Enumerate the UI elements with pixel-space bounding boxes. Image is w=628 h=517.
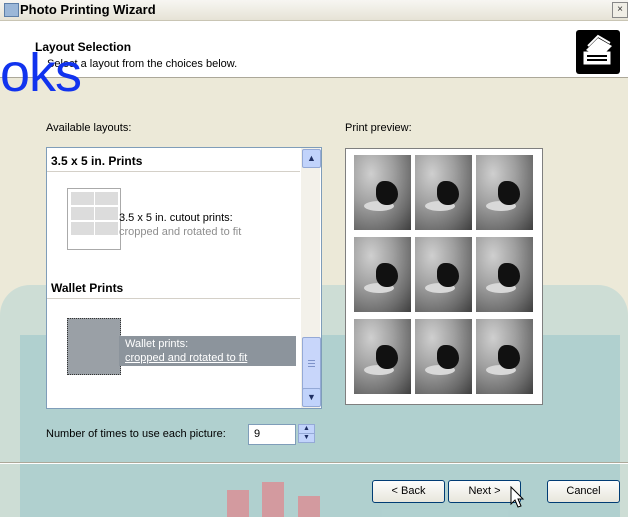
group-heading: 3.5 x 5 in. Prints <box>51 154 143 168</box>
red-stripe <box>262 482 284 517</box>
close-button[interactable]: × <box>612 2 628 18</box>
print-preview-pane <box>345 148 543 405</box>
copies-input[interactable]: 9 <box>248 424 296 445</box>
footer-separator <box>0 462 628 464</box>
red-stripe <box>227 490 249 517</box>
preview-photo <box>415 155 472 230</box>
spin-down-button[interactable]: ▼ <box>298 433 315 443</box>
scroll-up-button[interactable]: ▲ <box>302 149 321 168</box>
print-preview-label: Print preview: <box>345 122 412 134</box>
layout-item-desc: cropped and rotated to fit <box>119 226 242 238</box>
preview-photo <box>476 237 533 312</box>
available-layouts-label: Available layouts: <box>46 122 132 134</box>
preview-photo <box>354 155 411 230</box>
group-heading: Wallet Prints <box>51 281 124 295</box>
group-divider <box>47 298 300 299</box>
preview-photo <box>415 237 472 312</box>
window-title: Photo Printing Wizard <box>20 2 156 17</box>
mouse-cursor-icon <box>510 486 525 508</box>
layout-item-name[interactable]: Wallet prints: <box>125 338 188 350</box>
layout-item-name[interactable]: 3.5 x 5 in. cutout prints: <box>119 212 233 224</box>
printer-stack-icon <box>576 30 620 74</box>
scroll-down-button[interactable]: ▼ <box>302 388 321 407</box>
vertical-scrollbar[interactable]: ▲ ▼ <box>301 148 321 408</box>
preview-photo <box>476 155 533 230</box>
app-icon <box>4 3 19 17</box>
preview-photo <box>415 319 472 394</box>
copies-value: 9 <box>254 428 261 440</box>
layout-item-desc: cropped and rotated to fit <box>125 352 248 364</box>
copies-label: Number of times to use each picture: <box>46 428 226 440</box>
back-button[interactable]: < Back <box>372 480 445 503</box>
layout-thumbnail <box>67 188 121 250</box>
watermark-text: oks <box>0 43 82 103</box>
wizard-header: Layout Selection Select a layout from th… <box>0 21 628 78</box>
layout-thumbnail-selected <box>67 318 121 375</box>
layouts-listbox[interactable]: 3.5 x 5 in. Prints 3.5 x 5 in. cutout pr… <box>46 147 322 409</box>
preview-photo <box>354 319 411 394</box>
cancel-button[interactable]: Cancel <box>547 480 620 503</box>
copies-stepper[interactable]: ▲ ▼ <box>298 424 315 443</box>
preview-photo <box>476 319 533 394</box>
red-stripe <box>298 496 320 517</box>
preview-photo <box>354 237 411 312</box>
group-divider <box>47 171 300 172</box>
title-bar: Photo Printing Wizard × <box>0 0 628 21</box>
scroll-thumb[interactable] <box>302 337 321 391</box>
